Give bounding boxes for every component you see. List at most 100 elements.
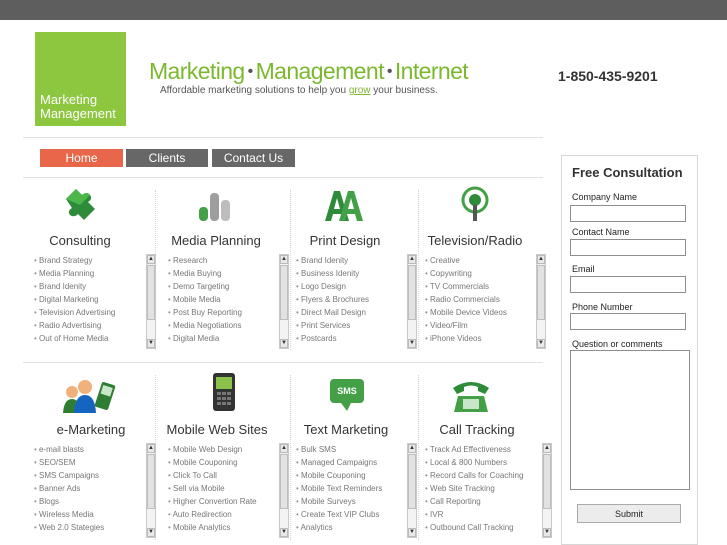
- scroll-up-arrow-icon[interactable]: ▲: [408, 255, 416, 264]
- list-item: Mobile Couponing: [168, 456, 286, 469]
- list-scrollbar[interactable]: ▲ ▼: [407, 443, 417, 538]
- nav-contact-us[interactable]: Contact Us: [212, 149, 295, 167]
- contact-name-field[interactable]: [570, 239, 686, 256]
- scroll-up-arrow-icon[interactable]: ▲: [280, 444, 288, 453]
- scroll-down-arrow-icon[interactable]: ▼: [408, 528, 416, 537]
- question-label: Question or comments: [572, 339, 663, 349]
- nav-home[interactable]: Home: [40, 149, 123, 167]
- column-separator: [290, 190, 291, 350]
- column-separator: [290, 375, 291, 540]
- question-textarea[interactable]: [570, 350, 690, 490]
- scroll-down-arrow-icon[interactable]: ▼: [147, 528, 155, 537]
- top-bar: [0, 0, 727, 20]
- scroll-down-arrow-icon[interactable]: ▼: [408, 339, 416, 348]
- column-separator: [418, 375, 419, 540]
- phone-number-label: Phone Number: [572, 302, 633, 312]
- list-item: Creative: [425, 254, 543, 267]
- list-item: SMS Campaigns: [34, 469, 152, 482]
- list-item: Media Buying: [168, 267, 286, 280]
- logo[interactable]: Marketing Management: [35, 32, 126, 126]
- scroll-down-arrow-icon[interactable]: ▼: [543, 528, 551, 537]
- typography-icon: [325, 191, 363, 221]
- list-item: Mobile Analytics: [168, 521, 286, 534]
- list-scrollbar[interactable]: ▲ ▼: [536, 254, 546, 349]
- list-item: Wireless Media: [34, 508, 152, 521]
- company-name-field[interactable]: [570, 205, 686, 222]
- list-item: Post Buy Reporting: [168, 306, 286, 319]
- scroll-thumb[interactable]: [280, 265, 288, 320]
- tagline: Affordable marketing solutions to help y…: [160, 85, 438, 96]
- list-item: Web Site Tracking: [425, 482, 543, 495]
- list-item: Brand Idenity: [34, 280, 152, 293]
- scroll-thumb[interactable]: [408, 265, 416, 320]
- service-title-text-marketing: Text Marketing: [303, 422, 389, 437]
- scroll-down-arrow-icon[interactable]: ▼: [280, 339, 288, 348]
- scroll-up-arrow-icon[interactable]: ▲: [147, 255, 155, 264]
- list-item: iPhone Videos: [425, 332, 543, 345]
- list-item: Outbound Call Tracking: [425, 521, 543, 534]
- list-item: Media Planning: [34, 267, 152, 280]
- brand-separator-1: •: [247, 63, 254, 80]
- phone-number: 1-850-435-9201: [558, 68, 658, 84]
- divider-middle: [23, 362, 543, 363]
- list-item: Higher Convertion Rate: [168, 495, 286, 508]
- scroll-down-arrow-icon[interactable]: ▼: [147, 339, 155, 348]
- scroll-up-arrow-icon[interactable]: ▲: [280, 255, 288, 264]
- list-item: Brand Idenity: [296, 254, 414, 267]
- logo-line-2: Management: [40, 106, 116, 121]
- sms-bubble-icon: SMS: [329, 378, 365, 412]
- phone-number-field[interactable]: [570, 313, 686, 330]
- service-title-print-design: Print Design: [309, 233, 381, 248]
- list-item: Television Advertising: [34, 306, 152, 319]
- scroll-down-arrow-icon[interactable]: ▼: [280, 528, 288, 537]
- list-scrollbar[interactable]: ▲ ▼: [146, 254, 156, 349]
- list-item: Sell via Mobile: [168, 482, 286, 495]
- list-item: Postcards: [296, 332, 414, 345]
- brand-separator-2: •: [386, 63, 393, 80]
- list-scrollbar[interactable]: ▲ ▼: [542, 443, 552, 538]
- list-scrollbar[interactable]: ▲ ▼: [407, 254, 417, 349]
- list-item: Mobile Web Design: [168, 443, 286, 456]
- list-item: Logo Design: [296, 280, 414, 293]
- list-item: Mobile Text Reminders: [296, 482, 414, 495]
- list-item: Click To Call: [168, 469, 286, 482]
- consultation-title: Free Consultation: [572, 165, 683, 180]
- tagline-after: your business.: [370, 85, 438, 96]
- logo-line-1: Marketing: [40, 92, 98, 107]
- tagline-grow-link[interactable]: grow: [349, 85, 371, 96]
- list-item: Mobile Couponing: [296, 469, 414, 482]
- service-list-print-design: Brand Idenity Business Idenity Logo Desi…: [296, 254, 414, 345]
- nav-clients[interactable]: Clients: [126, 149, 208, 167]
- telephone-icon: [453, 382, 489, 412]
- email-field[interactable]: [570, 276, 686, 293]
- scroll-down-arrow-icon[interactable]: ▼: [537, 339, 545, 348]
- scroll-up-arrow-icon[interactable]: ▲: [147, 444, 155, 453]
- list-scrollbar[interactable]: ▲ ▼: [279, 254, 289, 349]
- bar-chart-icon: [199, 193, 230, 221]
- service-list-media-planning: Research Media Buying Demo Targeting Mob…: [168, 254, 286, 345]
- scroll-thumb[interactable]: [280, 454, 288, 509]
- list-item: Create Text VIP Clubs: [296, 508, 414, 521]
- people-phone-icon: [63, 380, 116, 413]
- scroll-thumb[interactable]: [408, 454, 416, 509]
- list-item: Digital Media: [168, 332, 286, 345]
- scroll-thumb[interactable]: [543, 454, 551, 509]
- list-item: Digital Marketing: [34, 293, 152, 306]
- list-item: Mobile Surveys: [296, 495, 414, 508]
- scroll-thumb[interactable]: [537, 265, 545, 320]
- scroll-up-arrow-icon[interactable]: ▲: [408, 444, 416, 453]
- scroll-thumb[interactable]: [147, 454, 155, 509]
- list-item: Research: [168, 254, 286, 267]
- list-item: Mobile Device Videos: [425, 306, 543, 319]
- list-item: Record Calls for Coaching: [425, 469, 543, 482]
- service-title-consulting: Consulting: [49, 233, 111, 248]
- list-item: Radio Advertising: [34, 319, 152, 332]
- list-scrollbar[interactable]: ▲ ▼: [279, 443, 289, 538]
- scroll-up-arrow-icon[interactable]: ▲: [537, 255, 545, 264]
- list-scrollbar[interactable]: ▲ ▼: [146, 443, 156, 538]
- submit-button[interactable]: Submit: [577, 504, 681, 523]
- list-item: TV Commercials: [425, 280, 543, 293]
- scroll-thumb[interactable]: [147, 265, 155, 320]
- divider-top: [23, 137, 543, 138]
- scroll-up-arrow-icon[interactable]: ▲: [543, 444, 551, 453]
